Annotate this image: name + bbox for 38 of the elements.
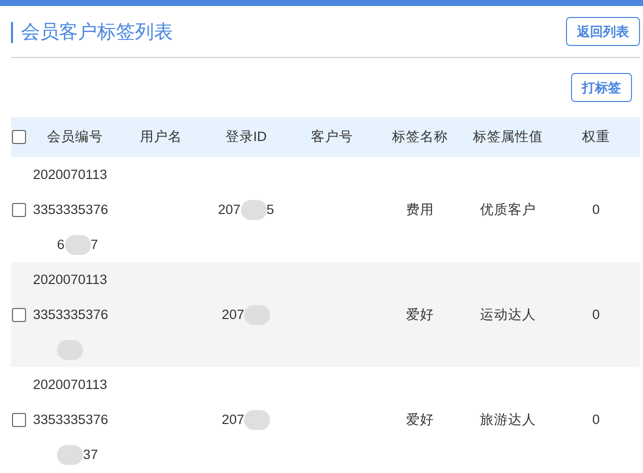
column-header: 客户号	[311, 128, 353, 146]
tag-button[interactable]: 打标签	[571, 73, 632, 102]
column-header: 标签属性值	[473, 128, 543, 146]
id-fragment: 207	[218, 202, 240, 217]
blurred-mark	[57, 444, 83, 464]
column-header: 权重	[582, 128, 610, 146]
id-fragment: 207	[222, 412, 244, 427]
table-cell: 爱好	[406, 306, 434, 324]
column-header: 用户名	[140, 128, 182, 146]
id-fragment: 5	[266, 202, 274, 217]
id-fragment: 37	[83, 446, 98, 464]
id-fragment: 6	[57, 236, 65, 254]
table-cell: 旅游达人	[480, 410, 536, 428]
checkbox[interactable]	[12, 412, 26, 426]
column-header: 会员编号	[47, 128, 103, 146]
table-cell: 0	[592, 412, 600, 427]
back-button[interactable]: 返回列表	[566, 17, 640, 46]
blurred-mark	[244, 410, 270, 430]
id-fragment: 207	[222, 307, 244, 322]
blurred-mark	[64, 234, 91, 254]
table-cell: 运动达人	[480, 306, 536, 324]
member-number: 2020070113 3353335376	[33, 166, 108, 219]
page-title: 会员客户标签列表	[11, 22, 173, 43]
blurred-mark	[240, 200, 266, 220]
table-cell: 优质客户	[480, 200, 536, 218]
table-cell: 0	[592, 307, 600, 322]
column-header: 登录ID	[225, 128, 267, 146]
table-cell: 0	[592, 202, 600, 217]
checkbox[interactable]	[12, 308, 26, 322]
column-header: 标签名称	[392, 128, 448, 146]
id-fragment: 7	[90, 236, 98, 254]
table-row[interactable]: 2020070113 3353335376 207 爱好 运动达人 0	[11, 262, 640, 367]
checkbox[interactable]	[12, 202, 26, 216]
table-cell: 费用	[406, 200, 434, 218]
checkbox[interactable]	[12, 130, 26, 144]
member-number: 2020070113 3353335376	[33, 376, 108, 429]
table-cell: 爱好	[406, 410, 434, 428]
member-number: 2020070113 3353335376	[33, 271, 108, 324]
